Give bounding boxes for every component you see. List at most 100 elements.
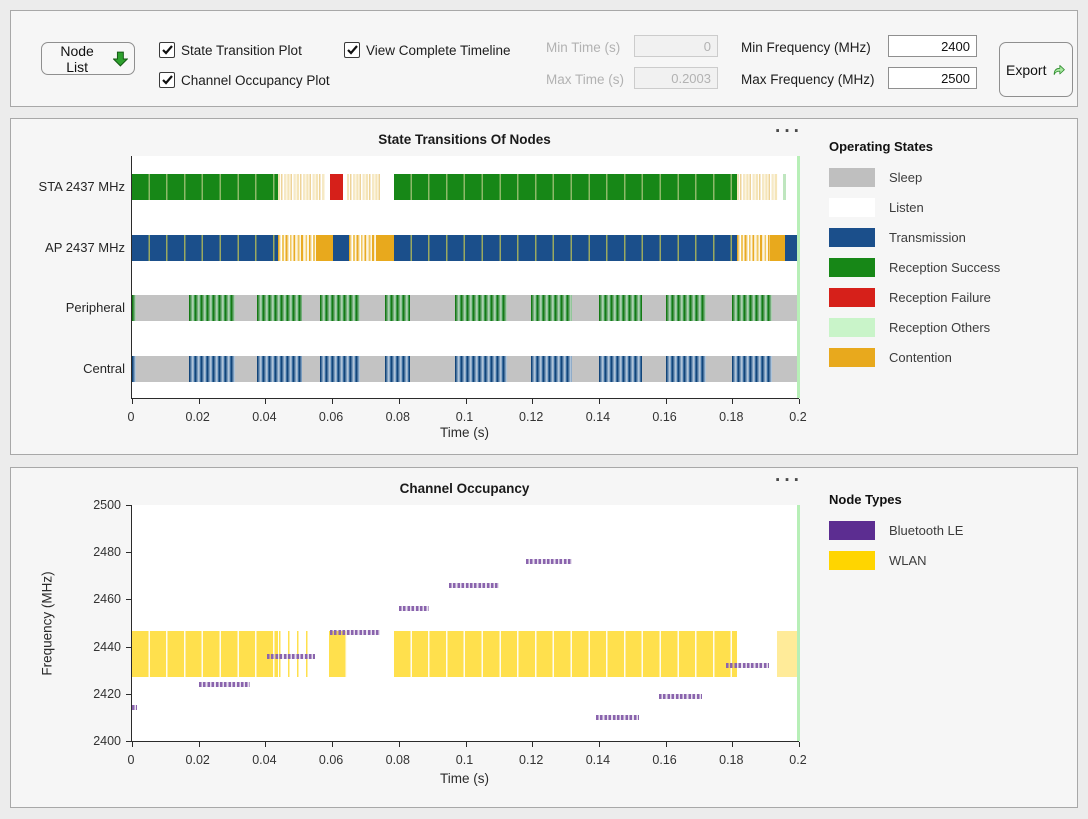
legend-swatch <box>829 198 875 217</box>
node-row-label: STA 2437 MHz <box>39 179 125 194</box>
checkbox-label: View Complete Timeline <box>366 43 511 58</box>
x-tick-label: 0.14 <box>586 753 610 767</box>
node-list-button[interactable]: Node List <box>41 42 135 75</box>
state-row-labels: STA 2437 MHzAP 2437 MHzPeripheralCentral <box>11 156 125 398</box>
legend-swatch <box>829 551 875 570</box>
export-icon <box>1053 61 1066 79</box>
state-segment-burst-green <box>132 295 136 321</box>
state-segment-contention <box>376 235 395 261</box>
x-tick-mark <box>732 399 733 404</box>
checkbox-checked-icon <box>159 42 175 58</box>
checkbox-label: Channel Occupancy Plot <box>181 73 330 88</box>
wlan-segment <box>777 631 799 677</box>
state-segment-stripes-gold <box>278 235 317 261</box>
checkbox-state-transition-plot[interactable]: State Transition Plot <box>159 42 302 58</box>
x-tick-label: 0.08 <box>386 410 410 424</box>
node-row-label: Central <box>83 361 125 376</box>
export-button[interactable]: Export <box>999 42 1073 97</box>
wlan-segment <box>132 631 278 677</box>
state-segment-burst-green <box>599 295 642 321</box>
y-tick-label: 2420 <box>73 687 121 701</box>
max-frequency-input[interactable] <box>888 67 977 89</box>
occupancy-chart-options-icon[interactable]: ··· <box>759 470 819 492</box>
occupancy-plot-area[interactable] <box>131 505 799 742</box>
x-tick-mark <box>599 399 600 404</box>
legend-entry: Listen <box>829 192 1000 222</box>
state-chart-options-icon[interactable]: ··· <box>759 121 819 143</box>
x-tick-label: 0.1 <box>456 753 473 767</box>
max-time-input <box>634 67 718 89</box>
state-plot-area[interactable] <box>131 156 799 399</box>
x-tick-mark <box>332 399 333 404</box>
x-tick-label: 0.06 <box>319 410 343 424</box>
occupancy-y-axis: 250024802460244024202400 <box>75 505 125 741</box>
state-segment-burst-blue <box>455 356 507 382</box>
x-tick-mark <box>599 742 600 747</box>
state-segment-burst-blue <box>531 356 573 382</box>
checkbox-channel-occupancy-plot[interactable]: Channel Occupancy Plot <box>159 72 330 88</box>
state-segment-burst-blue <box>385 356 410 382</box>
state-segment-blocks-blue <box>333 235 350 261</box>
legend-entry: Reception Success <box>829 252 1000 282</box>
state-segment-blocks-green <box>132 174 278 200</box>
x-tick-mark <box>199 742 200 747</box>
legend-entry: Reception Failure <box>829 282 1000 312</box>
checkbox-checked-icon <box>344 42 360 58</box>
y-tick-label: 2500 <box>73 498 121 512</box>
dropdown-arrow-icon <box>113 51 128 67</box>
y-tick-mark <box>126 552 131 553</box>
state-segment-blocks-blue <box>394 235 736 261</box>
state-segment-stripes-pale <box>347 174 380 200</box>
min-time-label: Min Time (s) <box>546 40 620 55</box>
occupancy-x-axis-label: Time (s) <box>131 771 798 786</box>
x-tick-label: 0 <box>128 410 135 424</box>
x-tick-label: 0.06 <box>319 753 343 767</box>
occupancy-chart-title: Channel Occupancy <box>131 481 798 496</box>
state-x-axis: 00.020.040.060.080.10.120.140.160.180.2 <box>131 406 798 424</box>
x-tick-label: 0.1 <box>456 410 473 424</box>
x-tick-mark <box>466 399 467 404</box>
state-segment-burst-blue <box>257 356 302 382</box>
state-segment-failure <box>330 174 343 200</box>
legend-swatch <box>829 521 875 540</box>
state-segment-contention <box>770 235 785 261</box>
x-tick-mark <box>399 399 400 404</box>
min-frequency-input[interactable] <box>888 35 977 57</box>
toolbar-panel: Node List State Transition Plot Channel … <box>10 10 1078 107</box>
x-tick-label: 0.12 <box>519 410 543 424</box>
bluetooth-le-segment <box>330 630 380 635</box>
y-tick-mark <box>126 647 131 648</box>
x-tick-mark <box>799 399 800 404</box>
checkbox-view-complete-timeline[interactable]: View Complete Timeline <box>344 42 511 58</box>
legend-entry: Transmission <box>829 222 1000 252</box>
x-tick-label: 0.2 <box>789 410 806 424</box>
state-segment-burst-green <box>385 295 410 321</box>
state-chart-title: State Transitions Of Nodes <box>131 132 798 147</box>
x-tick-label: 0.12 <box>519 753 543 767</box>
bluetooth-le-segment <box>199 682 251 687</box>
y-tick-mark <box>126 694 131 695</box>
legend-entry: Contention <box>829 342 1000 372</box>
x-tick-label: 0 <box>128 753 135 767</box>
bluetooth-le-segment <box>596 715 639 720</box>
legend-label: Reception Others <box>889 320 990 335</box>
legend-label: Reception Failure <box>889 290 991 305</box>
legend-label: Bluetooth LE <box>889 523 963 538</box>
state-segment-stripes-pale <box>737 174 779 200</box>
bluetooth-le-segment <box>726 663 769 668</box>
legend-title: Operating States <box>829 139 1000 154</box>
checkbox-checked-icon <box>159 72 175 88</box>
min-time-input <box>634 35 718 57</box>
y-tick-label: 2480 <box>73 545 121 559</box>
node-types-legend: Node Types Bluetooth LEWLAN <box>829 492 963 575</box>
bluetooth-le-segment <box>399 606 429 611</box>
bluetooth-le-segment <box>267 654 315 659</box>
x-tick-label: 0.02 <box>186 753 210 767</box>
timeline-cursor <box>797 156 800 398</box>
occupancy-y-axis-label: Frequency (MHz) <box>40 544 55 704</box>
x-tick-label: 0.02 <box>186 410 210 424</box>
checkbox-label: State Transition Plot <box>181 43 302 58</box>
legend-swatch <box>829 348 875 367</box>
x-tick-mark <box>132 742 133 747</box>
state-segment-blocks-blue <box>132 235 278 261</box>
